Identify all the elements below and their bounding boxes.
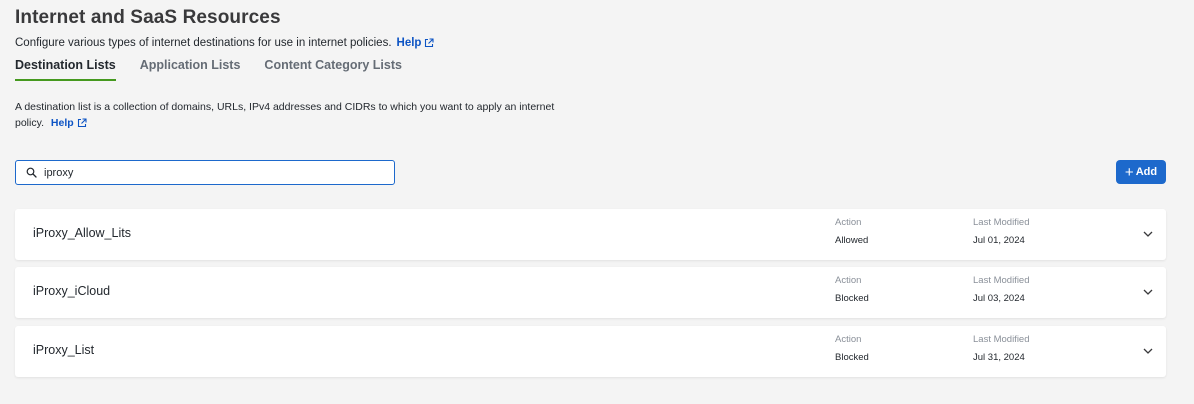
tab-application-lists[interactable]: Application Lists bbox=[140, 57, 241, 81]
chevron-down-icon[interactable] bbox=[1142, 286, 1154, 298]
chevron-down-icon[interactable] bbox=[1142, 345, 1154, 357]
action-label: Action bbox=[835, 217, 862, 228]
search-box[interactable] bbox=[15, 160, 395, 185]
header-help-link[interactable]: Help bbox=[397, 37, 435, 49]
action-value: Blocked bbox=[835, 293, 869, 304]
external-link-icon bbox=[424, 38, 434, 48]
subtitle-text: Configure various types of internet dest… bbox=[15, 37, 392, 49]
last-modified-value: Jul 31, 2024 bbox=[973, 352, 1025, 363]
list-item-name: iProxy_iCloud bbox=[33, 284, 111, 298]
add-button-label: Add bbox=[1135, 166, 1158, 178]
list-item-name: iProxy_List bbox=[33, 343, 95, 357]
page-title: Internet and SaaS Resources bbox=[15, 7, 281, 28]
list-item-name: iProxy_Allow_Lits bbox=[33, 226, 131, 240]
last-modified-label: Last Modified bbox=[973, 217, 1030, 228]
last-modified-label: Last Modified bbox=[973, 334, 1030, 345]
last-modified-label: Last Modified bbox=[973, 275, 1030, 286]
description-help-label: Help bbox=[50, 117, 74, 129]
add-button[interactable]: + Add bbox=[1116, 160, 1166, 184]
list-item[interactable]: iProxy_iCloud Action Blocked Last Modifi… bbox=[15, 267, 1166, 318]
search-input[interactable] bbox=[44, 162, 374, 183]
description-text: A destination list is a collection of do… bbox=[15, 101, 555, 129]
last-modified-value: Jul 01, 2024 bbox=[973, 235, 1025, 246]
page-subtitle: Configure various types of internet dest… bbox=[15, 37, 434, 49]
chevron-down-icon[interactable] bbox=[1142, 228, 1154, 240]
header-help-label: Help bbox=[396, 37, 422, 49]
tab-content-category-lists[interactable]: Content Category Lists bbox=[264, 57, 402, 81]
resource-tabs: Destination Lists Application Lists Cont… bbox=[15, 57, 426, 81]
page: Internet and SaaS Resources Configure va… bbox=[0, 0, 1194, 404]
destination-list-description: A destination list is a collection of do… bbox=[15, 99, 575, 131]
list-item[interactable]: iProxy_List Action Blocked Last Modified… bbox=[15, 326, 1166, 377]
search-icon bbox=[26, 167, 37, 178]
tab-destination-lists[interactable]: Destination Lists bbox=[15, 57, 116, 81]
plus-icon: + bbox=[1124, 163, 1134, 181]
external-link-icon bbox=[77, 118, 87, 128]
action-value: Allowed bbox=[835, 235, 869, 246]
action-label: Action bbox=[835, 334, 862, 345]
list-item[interactable]: iProxy_Allow_Lits Action Allowed Last Mo… bbox=[15, 209, 1166, 260]
action-value: Blocked bbox=[835, 352, 869, 363]
description-help-link[interactable]: Help bbox=[51, 115, 87, 131]
last-modified-value: Jul 03, 2024 bbox=[973, 293, 1025, 304]
action-label: Action bbox=[835, 275, 862, 286]
